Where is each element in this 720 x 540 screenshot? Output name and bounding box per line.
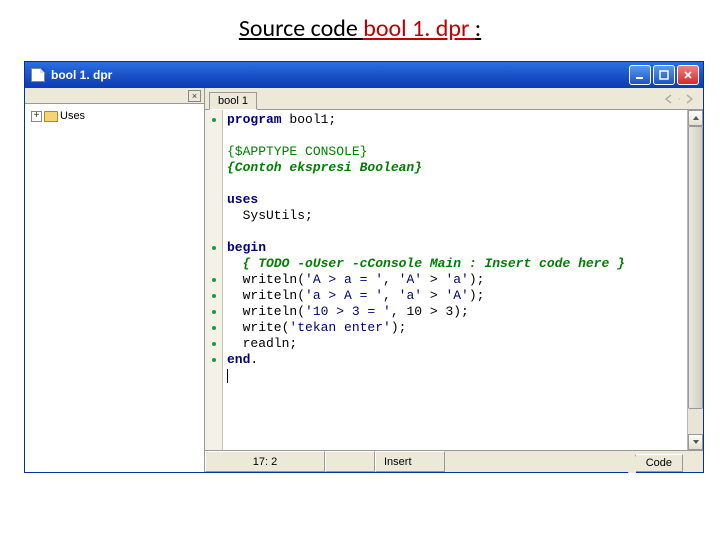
gutter[interactable] <box>205 110 223 450</box>
code-line[interactable] <box>227 224 683 240</box>
scroll-up-icon[interactable] <box>688 110 703 126</box>
folder-icon <box>44 111 58 122</box>
gutter-blank[interactable] <box>205 208 222 224</box>
code-line[interactable]: {Contoh ekspresi Boolean} <box>227 160 683 176</box>
code-line[interactable]: write('tekan enter'); <box>227 320 683 336</box>
code-line[interactable] <box>227 368 683 384</box>
nav-back-icon[interactable] <box>661 92 675 106</box>
ide-window: bool 1. dpr × + Uses <box>24 61 704 473</box>
code-line[interactable] <box>227 128 683 144</box>
tab-bool1[interactable]: bool 1 <box>209 92 257 110</box>
heading-prefix: Source code <box>239 14 363 43</box>
gutter-blank[interactable] <box>205 368 222 384</box>
file-icon <box>31 68 45 82</box>
scroll-down-icon[interactable] <box>688 434 703 450</box>
code-line[interactable]: readln; <box>227 336 683 352</box>
heading-filename: bool 1. dpr <box>363 14 475 43</box>
code-line[interactable]: program bool1; <box>227 112 683 128</box>
tab-code[interactable]: Code <box>635 454 683 472</box>
code-line[interactable]: begin <box>227 240 683 256</box>
breakpoint-mark[interactable] <box>205 336 222 352</box>
scroll-track[interactable] <box>688 126 703 434</box>
sidebar: × + Uses <box>25 88 205 472</box>
gutter-blank[interactable] <box>205 128 222 144</box>
code-line[interactable]: {$APPTYPE CONSOLE} <box>227 144 683 160</box>
gutter-blank[interactable] <box>205 256 222 272</box>
close-button[interactable] <box>677 65 699 85</box>
gutter-blank[interactable] <box>205 176 222 192</box>
tree-label: Uses <box>60 110 85 122</box>
nav-sep: · <box>677 93 681 105</box>
page-title: Source code bool 1. dpr : <box>0 0 720 61</box>
titlebar[interactable]: bool 1. dpr <box>25 62 703 88</box>
gutter-blank[interactable] <box>205 224 222 240</box>
code-line[interactable]: end. <box>227 352 683 368</box>
gutter-blank[interactable] <box>205 144 222 160</box>
status-modified <box>325 451 375 472</box>
heading-suffix: : <box>475 14 481 43</box>
uses-tree[interactable]: + Uses <box>25 104 204 472</box>
code-line[interactable]: uses <box>227 192 683 208</box>
scroll-thumb[interactable] <box>688 126 703 409</box>
breakpoint-mark[interactable] <box>205 320 222 336</box>
breakpoint-mark[interactable] <box>205 272 222 288</box>
window-title: bool 1. dpr <box>51 68 629 82</box>
code-line[interactable]: writeln('10 > 3 = ', 10 > 3); <box>227 304 683 320</box>
editor-tabs: bool 1 · <box>205 88 703 110</box>
code-line[interactable]: { TODO -oUser -cConsole Main : Insert co… <box>227 256 683 272</box>
tree-item-uses[interactable]: + Uses <box>29 108 200 124</box>
breakpoint-mark[interactable] <box>205 288 222 304</box>
status-position: 17: 2 <box>205 451 325 472</box>
expand-icon[interactable]: + <box>31 111 42 122</box>
code-line[interactable]: writeln('A > a = ', 'A' > 'a'); <box>227 272 683 288</box>
breakpoint-mark[interactable] <box>205 112 222 128</box>
minimize-button[interactable] <box>629 65 651 85</box>
breakpoint-mark[interactable] <box>205 240 222 256</box>
code-line[interactable]: SysUtils; <box>227 208 683 224</box>
scrollbar-vertical[interactable] <box>687 110 703 450</box>
breakpoint-mark[interactable] <box>205 304 222 320</box>
gutter-blank[interactable] <box>205 192 222 208</box>
breakpoint-mark[interactable] <box>205 352 222 368</box>
statusbar: 17: 2 Insert Code <box>205 450 703 472</box>
nav-fwd-icon[interactable] <box>683 92 697 106</box>
gutter-blank[interactable] <box>205 160 222 176</box>
panel-close-icon[interactable]: × <box>188 90 201 102</box>
code-line[interactable]: writeln('a > A = ', 'a' > 'A'); <box>227 288 683 304</box>
status-mode: Insert <box>375 451 445 472</box>
code-editor[interactable]: program bool1; {$APPTYPE CONSOLE}{Contoh … <box>223 110 687 450</box>
maximize-button[interactable] <box>653 65 675 85</box>
code-line[interactable] <box>227 176 683 192</box>
